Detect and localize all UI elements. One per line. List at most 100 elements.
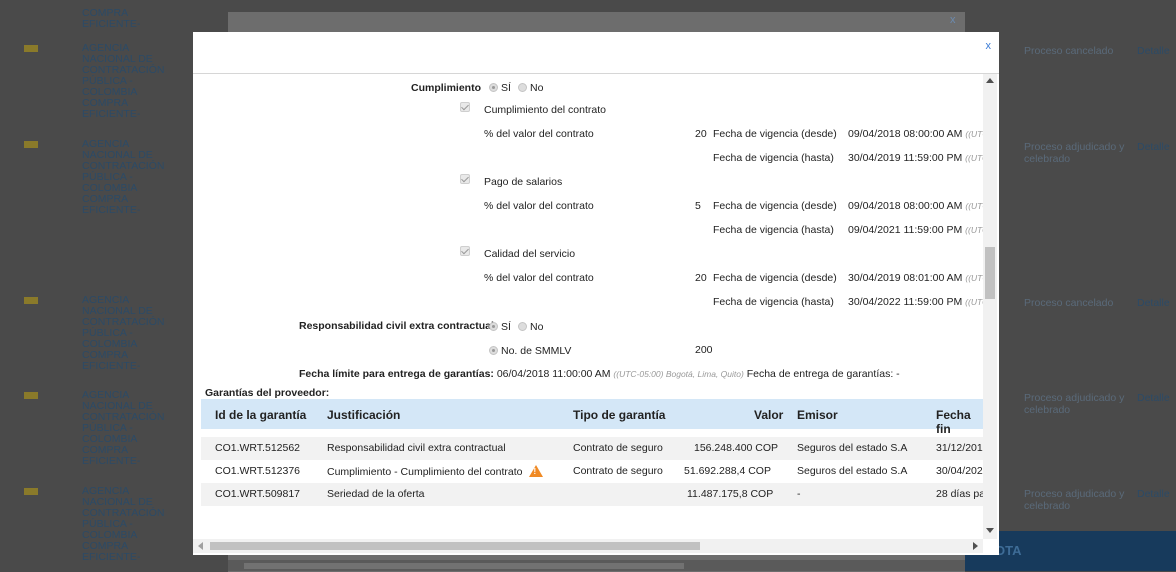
smmlv-value: 200 — [695, 344, 713, 356]
checkbox-calidad-servicio[interactable] — [460, 246, 470, 256]
guarantees-table-header: Id de la garantía Justificación Tipo de … — [201, 399, 983, 436]
pct-label: % del valor del contrato — [484, 272, 594, 284]
from-value: 09/04/2018 08:00:00 AM ((UTC-0 — [848, 128, 983, 140]
cell-fecha-fin: 31/12/2018 — [936, 442, 989, 454]
horizontal-scrollbar[interactable] — [193, 539, 983, 553]
to-value: 09/04/2021 11:59:00 PM ((UTC-0 — [848, 224, 983, 236]
modal-close-button[interactable]: x — [986, 40, 992, 52]
col-fecha-fin: Fecha fin — [936, 408, 971, 436]
smmlv-radio[interactable]: No. de SMMLV — [489, 345, 571, 357]
bg-entity-name: AGENCIA NACIONAL DE CONTRATACIÓN PÚBLICA… — [82, 294, 165, 372]
deadline-value: 06/04/2018 11:00:00 AM — [496, 368, 611, 380]
cell-justificacion: Responsabilidad civil extra contractual — [327, 442, 506, 454]
bg-entity-name: AGENCIA NACIONAL DE CONTRATACIÓN PÚBLICA… — [82, 138, 165, 216]
cumplimiento-no-radio[interactable]: No — [518, 82, 543, 94]
bg-detail-link[interactable]: Detalle — [1137, 297, 1170, 309]
cumplimiento-label: Cumplimiento — [411, 82, 481, 94]
bg-detail-link[interactable]: Detalle — [1137, 141, 1170, 153]
bg-entity-name: AGENCIA NACIONAL DE CONTRATACIÓN PÚBLICA… — [82, 389, 165, 467]
cell-emisor: Seguros del estado S.A — [797, 465, 908, 477]
radio-icon — [489, 83, 498, 92]
scroll-down-icon[interactable] — [986, 528, 994, 533]
pct-value: 20 — [695, 128, 707, 140]
cell-valor: 11.487.175,8 COP — [687, 488, 774, 500]
item-name: Pago de salarios — [484, 176, 563, 188]
checkbox-cumplimiento-contrato[interactable] — [460, 102, 470, 112]
cell-valor: 51.692.288,4 COP — [684, 465, 771, 477]
cell-emisor: Seguros del estado S.A — [797, 442, 908, 454]
flag-icon — [24, 488, 38, 495]
rc-label: Responsabilidad civil extra contractual — [299, 320, 494, 332]
cell-id: CO1.WRT.509817 — [215, 488, 301, 500]
cumplimiento-yes-label: SÍ — [501, 82, 511, 94]
cell-fecha-fin: 30/04/2022 — [936, 465, 989, 477]
cell-fecha-fin: 28 días par — [936, 488, 989, 500]
delivery-value: - — [896, 368, 900, 380]
deadline-tz: ((UTC-05:00) Bogotá, Lima, Quito) — [613, 369, 744, 379]
scroll-thumb[interactable] — [210, 542, 700, 550]
pct-label: % del valor del contrato — [484, 200, 594, 212]
col-justificacion: Justificación — [327, 408, 401, 422]
bg-status: Proceso adjudicado y celebrado — [1024, 392, 1125, 416]
scroll-right-icon[interactable] — [973, 542, 978, 550]
scroll-up-icon[interactable] — [986, 78, 994, 83]
table-row[interactable]: CO1.WRT.509817 Seriedad de la oferta 11.… — [201, 483, 989, 506]
checkbox-pago-salarios[interactable] — [460, 174, 470, 184]
rc-yes-radio[interactable]: SÍ — [489, 321, 511, 333]
cumplimiento-no-label: No — [530, 82, 544, 94]
from-label: Fecha de vigencia (desde) — [713, 128, 837, 140]
scroll-left-icon[interactable] — [198, 542, 203, 550]
smmlv-label: No. de SMMLV — [501, 345, 572, 357]
from-label: Fecha de vigencia (desde) — [713, 272, 837, 284]
from-value: 30/04/2019 08:01:00 AM ((UTC-0 — [848, 272, 983, 284]
cell-tipo: Contrato de seguro — [573, 465, 663, 477]
bg-entity-name: AGENCIA NACIONAL DE CONTRATACIÓN PÚBLICA… — [82, 485, 165, 563]
cell-tipo: Contrato de seguro — [573, 442, 663, 454]
from-value: 09/04/2018 08:00:00 AM ((UTC-0 — [848, 200, 983, 212]
guarantees-title: Garantías del proveedor: — [205, 387, 330, 399]
bg-status: Proceso adjudicado y celebrado — [1024, 141, 1125, 165]
bg-detail-link[interactable]: Detalle — [1137, 45, 1170, 57]
cumplimiento-yes-radio[interactable]: SÍ — [489, 82, 511, 94]
from-label: Fecha de vigencia (desde) — [713, 200, 837, 212]
pct-label: % del valor del contrato — [484, 128, 594, 140]
bg-detail-link[interactable]: Detalle — [1137, 392, 1170, 404]
cell-valor: 156.248.400 COP — [694, 442, 779, 454]
table-row[interactable]: CO1.WRT.512376 Cumplimiento - Cumplimien… — [201, 460, 989, 483]
col-emisor: Emisor — [797, 408, 838, 422]
flag-icon — [24, 45, 38, 52]
to-label: Fecha de vigencia (hasta) — [713, 296, 834, 308]
to-value: 30/04/2019 11:59:00 PM ((UTC-0 — [848, 152, 983, 164]
bg-status: Proceso cancelado — [1024, 297, 1114, 309]
flag-icon — [24, 392, 38, 399]
col-valor: Valor — [754, 408, 784, 422]
col-tipo: Tipo de garantía — [573, 408, 666, 422]
deadline-row: Fecha límite para entrega de garantías: … — [299, 368, 900, 380]
table-row[interactable]: CO1.WRT.512562 Responsabilidad civil ext… — [201, 437, 989, 460]
vertical-scrollbar[interactable] — [983, 74, 997, 539]
pct-value: 20 — [695, 272, 707, 284]
delivery-label: Fecha de entrega de garantías: — [746, 368, 894, 380]
rc-yes-label: SÍ — [501, 321, 511, 333]
bg-status: Proceso adjudicado y celebrado — [1024, 488, 1125, 512]
cell-id: CO1.WRT.512562 — [215, 442, 301, 454]
item-name: Cumplimiento del contrato — [484, 104, 606, 116]
rc-no-radio[interactable]: No — [518, 321, 543, 333]
background-modal-close[interactable]: x — [950, 14, 956, 26]
bg-status: Proceso cancelado — [1024, 45, 1114, 57]
radio-icon — [518, 83, 527, 92]
to-label: Fecha de vigencia (hasta) — [713, 224, 834, 236]
to-value: 30/04/2022 11:59:00 PM ((UTC-0 — [848, 296, 983, 308]
background-scrollbar[interactable] — [228, 560, 965, 571]
cell-justificacion: Seriedad de la oferta — [327, 488, 425, 500]
warning-icon[interactable] — [528, 465, 543, 477]
cell-justificacion: Cumplimiento - Cumplimiento del contrato — [327, 465, 543, 478]
bg-detail-link[interactable]: Detalle — [1137, 488, 1170, 500]
flag-icon — [24, 141, 38, 148]
bg-entity-fragment: COMPRA EFICIENTE- — [82, 7, 141, 30]
scroll-thumb[interactable] — [985, 247, 995, 299]
radio-icon — [489, 346, 498, 355]
radio-icon — [518, 322, 527, 331]
pct-value: 5 — [695, 200, 701, 212]
deadline-label: Fecha límite para entrega de garantías: — [299, 368, 494, 380]
